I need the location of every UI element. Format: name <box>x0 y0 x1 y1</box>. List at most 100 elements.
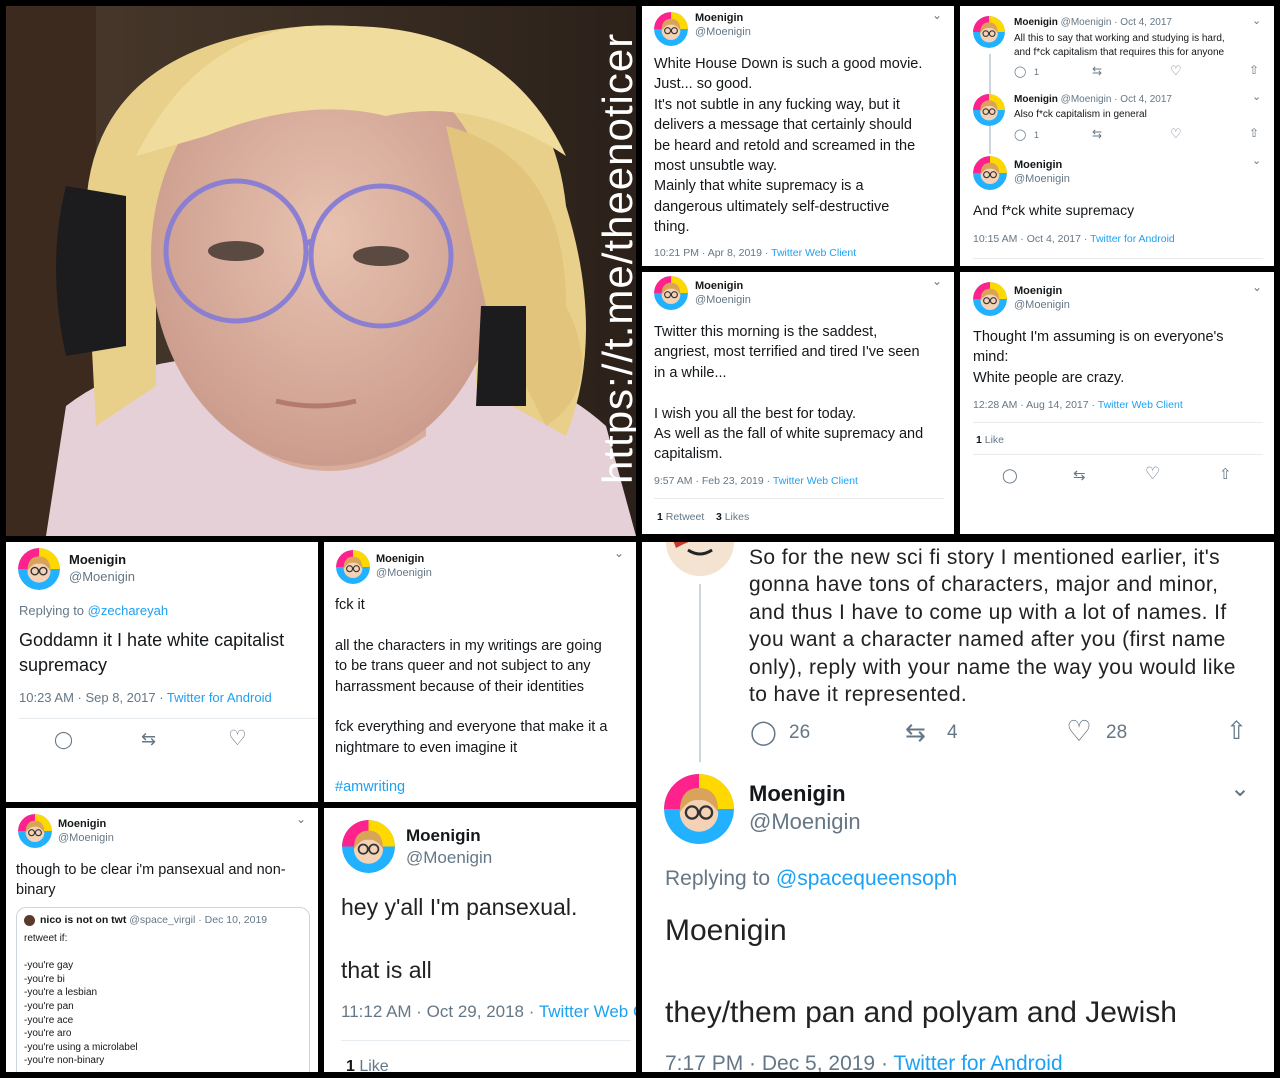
chevron-down-icon[interactable]: ⌄ <box>1252 154 1261 167</box>
like-icon[interactable]: ♡ <box>1145 464 1160 484</box>
text-line: -you're using a microlabel <box>24 1041 138 1053</box>
chevron-down-icon[interactable]: ⌄ <box>1252 280 1262 294</box>
author-name[interactable]: Moenigin <box>695 12 743 24</box>
author-handle[interactable]: @Moenigin <box>1014 173 1070 185</box>
avatar[interactable] <box>18 548 60 590</box>
reply-icon[interactable]: ◯ <box>750 718 777 747</box>
author-handle[interactable]: @Moenigin <box>695 26 751 38</box>
text-line: nightmare to even imagine it <box>335 739 518 756</box>
author-handle[interactable]: @Moenigin <box>406 848 492 868</box>
chevron-down-icon[interactable]: ⌄ <box>932 8 942 22</box>
avatar[interactable] <box>973 156 1007 190</box>
hashtag-link[interactable]: #amwriting <box>335 779 405 795</box>
text-line: mind: <box>973 349 1009 366</box>
share-icon[interactable]: ⇧ <box>1226 716 1247 746</box>
text-line: most unsubtle way. <box>654 158 778 175</box>
tweet-client-link[interactable]: Twitter for Android <box>167 690 272 705</box>
like-icon[interactable]: ♡ <box>1066 714 1092 749</box>
tweet-to-be-clear[interactable]: Moenigin @Moenigin ⌄ though to be clear … <box>6 808 318 1072</box>
author-name[interactable]: Moenigin <box>749 781 846 807</box>
author-name[interactable]: Moenigin <box>376 553 424 565</box>
chevron-down-icon[interactable]: ⌄ <box>1252 14 1261 27</box>
tweet-client-link[interactable]: Twitter Web Client <box>773 475 858 487</box>
tweet-goddamn[interactable]: Moenigin @Moenigin Replying to @zecharey… <box>6 542 318 802</box>
tweet-client-link[interactable]: Twitter Web Client <box>1098 399 1183 411</box>
tweet-client-link[interactable]: Twitter Web C <box>539 1002 636 1021</box>
watermark-text: https://t.me/theenoticer <box>594 33 636 484</box>
chevron-down-icon[interactable]: ⌄ <box>932 274 942 288</box>
avatar[interactable] <box>973 282 1007 316</box>
author-name[interactable]: Moenigin <box>1014 159 1062 171</box>
like-label: Like <box>981 434 1005 446</box>
text-line: you want a character named after you (fi… <box>749 628 1226 652</box>
reply-icon[interactable]: ◯ <box>1014 65 1026 78</box>
reply-icon[interactable]: ◯ <box>1002 467 1018 484</box>
thread-tweet-1-header: Moenigin @Moenigin · Oct 4, 2017 <box>1014 17 1172 28</box>
share-icon[interactable]: ⇧ <box>1249 126 1259 140</box>
tweet-client-link[interactable]: Twitter for Android <box>893 1052 1062 1072</box>
text-line: only), reply with your name the way you … <box>749 655 1236 679</box>
avatar[interactable] <box>336 550 370 584</box>
parent-avatar[interactable] <box>664 542 736 580</box>
author-handle[interactable]: @Moenigin <box>69 569 135 584</box>
author-handle[interactable]: @Moenigin <box>1014 299 1070 311</box>
retweet-icon[interactable]: ⇆ <box>1092 127 1102 141</box>
text-line: fck it <box>335 597 365 613</box>
author-name[interactable]: Moenigin <box>1014 17 1058 28</box>
reply-icon[interactable]: ◯ <box>1014 128 1026 141</box>
author-handle[interactable]: @Moenigin <box>749 809 861 835</box>
author-name[interactable]: Moenigin <box>69 552 126 567</box>
chevron-down-icon[interactable]: ⌄ <box>1230 774 1250 803</box>
replying-to-link[interactable]: @spacequeensoph <box>776 867 957 890</box>
avatar[interactable] <box>973 94 1005 126</box>
avatar[interactable] <box>654 12 688 46</box>
author-handle[interactable]: @Moenigin <box>695 294 751 306</box>
chevron-down-icon[interactable]: ⌄ <box>1252 90 1261 103</box>
reply-icon[interactable]: ◯ <box>54 730 73 750</box>
chevron-down-icon[interactable]: ⌄ <box>296 812 306 826</box>
tweet-text: fck it all the characters in my writings… <box>335 595 607 758</box>
tweet-thread-capitalism[interactable]: Moenigin @Moenigin · Oct 4, 2017 All thi… <box>960 6 1274 266</box>
tweet-time: 10:23 AM · Sep 8, 2017 · <box>19 690 167 705</box>
author-name[interactable]: Moenigin <box>58 818 106 830</box>
avatar[interactable] <box>342 820 395 873</box>
author-name[interactable]: Moenigin <box>695 280 743 292</box>
author-name[interactable]: Moenigin <box>1014 94 1058 105</box>
tweet-client-link[interactable]: Twitter for Android <box>1090 233 1175 245</box>
tweet-pansexual[interactable]: Moenigin @Moenigin hey y'all I'm pansexu… <box>324 808 636 1072</box>
share-icon[interactable]: ⇧ <box>1249 63 1259 77</box>
avatar[interactable] <box>973 16 1005 48</box>
like-icon[interactable]: ♡ <box>1170 126 1182 142</box>
avatar[interactable] <box>18 814 52 848</box>
quote-author-name[interactable]: nico is not on twt <box>40 914 126 926</box>
tweet-time: 7:17 PM · Dec 5, 2019 · <box>665 1052 894 1072</box>
quoted-tweet[interactable]: nico is not on twt @space_virgil · Dec 1… <box>16 907 310 1072</box>
author-handle[interactable]: @Moenigin <box>58 832 114 844</box>
avatar[interactable] <box>654 276 688 310</box>
retweet-icon[interactable]: ⇆ <box>141 729 156 750</box>
avatar[interactable] <box>664 774 734 844</box>
tweet-white-people-crazy[interactable]: Moenigin @Moenigin ⌄ Thought I'm assumin… <box>960 272 1274 534</box>
like-icon[interactable]: ♡ <box>1170 63 1182 79</box>
tweet-white-house-down[interactable]: Moenigin @Moenigin ⌄ White House Down is… <box>642 6 954 266</box>
tweet-time: 12:28 AM · Aug 14, 2017 · <box>973 399 1098 411</box>
author-name[interactable]: Moenigin <box>406 826 481 846</box>
replying-to-link[interactable]: @zechareyah <box>88 603 168 618</box>
text-line: -you're aro <box>24 1028 72 1040</box>
like-count: 1 <box>346 1058 355 1072</box>
like-label: Like <box>354 1058 389 1072</box>
tweet-time: 9:57 AM · Feb 23, 2019 · <box>654 475 773 487</box>
tweet-character-names[interactable]: So for the new sci fi story I mentioned … <box>642 542 1274 1072</box>
share-icon[interactable]: ⇧ <box>1219 465 1232 483</box>
author-name[interactable]: Moenigin <box>1014 285 1062 297</box>
retweet-icon[interactable]: ⇆ <box>905 718 926 748</box>
retweet-icon[interactable]: ⇆ <box>1092 64 1102 78</box>
retweet-icon[interactable]: ⇆ <box>1073 466 1086 484</box>
tweet-saddest[interactable]: Moenigin @Moenigin ⌄ Twitter this mornin… <box>642 272 954 534</box>
like-icon[interactable]: ♡ <box>228 726 247 751</box>
text-line: -you're gay <box>24 960 74 972</box>
tweet-client-link[interactable]: Twitter Web Client <box>771 247 856 259</box>
author-handle[interactable]: @Moenigin <box>376 567 432 579</box>
tweet-fck-it[interactable]: Moenigin @Moenigin ⌄ fck it all the char… <box>324 542 636 802</box>
chevron-down-icon[interactable]: ⌄ <box>614 546 624 560</box>
